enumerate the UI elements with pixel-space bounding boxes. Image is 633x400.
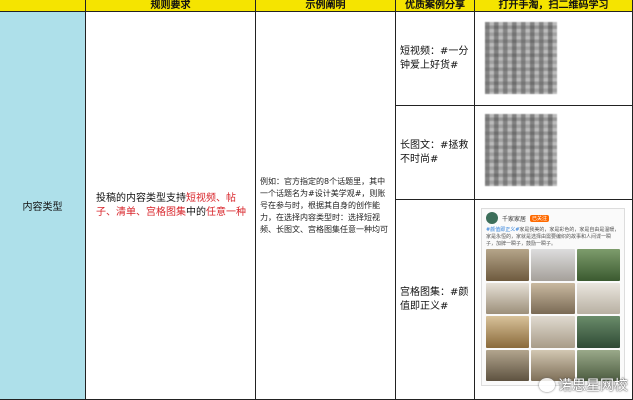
post-preview[interactable]: 千家家居 已关注 #颜值即正义#家是我美的，家是彩色的，家是自由是温暖，家是永恒… [481,208,625,386]
rule-type-short-video: 短视频 [186,192,216,204]
case-long-article: 长图文：#拯救不时尚# [396,106,475,200]
grid-photo [486,249,530,281]
rule-type-list: 清单 [116,206,136,218]
grid-photo [486,316,530,348]
follow-badge: 已关注 [530,214,550,222]
case-label: 宫格图集：#颜值即正义# [400,286,469,312]
post-topic: #颜值即正义# [486,227,520,233]
qr-code-icon[interactable] [485,114,557,186]
rule-text: 投稿的内容类型支持短视频、帖子、清单、宫格图集中的任意一种 [86,12,256,400]
post-text: #颜值即正义#家是我美的，家是彩色的，家是自由是温暖，家是永恒的，家就是选择由需… [482,227,624,248]
header-cases: 优质案例分享 [396,0,475,12]
rule-sep-1: 、 [216,192,226,204]
header-example: 示例阐明 [256,0,396,12]
row-label: 内容类型 [0,12,86,400]
grid-photo [486,349,530,381]
photo-grid [486,249,620,381]
rule-any: 任意一种 [206,206,246,218]
example-body: 例如：官方指定的8个话题里，其中一个话题名为#设计美学观#，则账号在参与时，根据… [260,176,388,234]
wechat-icon [539,378,555,392]
post-preview-cell: 千家家居 已关注 #颜值即正义#家是我美的，家是彩色的，家是自由是温暖，家是永恒… [475,200,633,400]
qr-code-icon[interactable] [485,22,557,94]
case-grid-gallery: 宫格图集：#颜值即正义# [396,200,475,400]
post-header: 千家家居 已关注 [482,209,624,227]
rule-prefix: 投稿的内容类型支持 [96,192,186,204]
avatar [486,212,498,224]
header-qr: 打开手淘，扫二维码学习 [475,0,633,12]
case-short-video: 短视频：#一分钟爱上好货# [396,12,475,106]
grid-photo [576,282,620,314]
grid-photo [576,249,620,281]
grid-photo [531,249,575,281]
case-label: 短视频：#一分钟爱上好货# [400,45,469,71]
rule-sep-3: 、 [136,206,146,218]
rules-table: 规则要求 示例阐明 优质案例分享 打开手淘，扫二维码学习 内容类型 投稿的内容类… [0,0,633,400]
example-text: 例如：官方指定的8个话题里，其中一个话题名为#设计美学观#，则账号在参与时，根据… [256,12,396,400]
grid-photo [576,316,620,348]
watermark-text: 诺思星网校 [558,378,628,394]
rule-mid: 中的 [186,206,206,218]
watermark: 诺思星网校 [539,375,628,395]
grid-photo [486,282,530,314]
qr-cell-1 [475,12,633,106]
rule-sep-2: 、 [106,206,116,218]
case-label: 长图文：#拯救不时尚# [400,139,469,165]
rule-type-grid: 宫格图集 [146,206,186,218]
qr-cell-2 [475,106,633,200]
header-blank [0,0,86,12]
grid-photo [531,282,575,314]
header-rule: 规则要求 [86,0,256,12]
post-author: 千家家居 [502,215,527,223]
grid-photo [531,316,575,348]
